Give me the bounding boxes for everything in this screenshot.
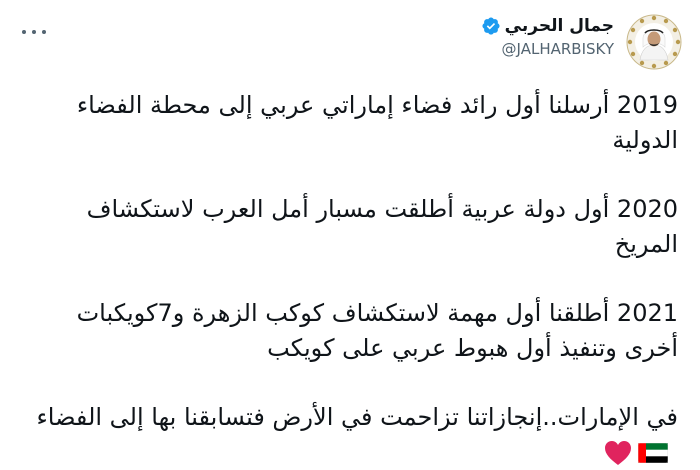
author-handle[interactable]: @JALHARBISKY (481, 40, 614, 58)
tweet-paragraph-text: في الإمارات..إنجازاتنا تزاحمت في الأرض ف… (36, 403, 678, 431)
author-block[interactable]: جمال الحربي @JALHARBISKY (481, 16, 614, 58)
tweet-text: 2019 أرسلنا أول رائد فضاء إماراتي عربي إ… (30, 88, 678, 470)
tweet-paragraph: 2021 أطلقنا أول مهمة لاستكشاف كوكب الزهر… (76, 299, 678, 362)
avatar[interactable] (626, 14, 682, 70)
more-options-icon[interactable] (22, 22, 46, 42)
tweet-paragraph: 2019 أرسلنا أول رائد فضاء إماراتي عربي إ… (76, 91, 678, 154)
tweet-card: جمال الحربي @JALHARBISKY 2019 أرسلنا أول… (0, 0, 700, 465)
verified-badge-icon (482, 17, 500, 35)
tweet-paragraph-last: في الإمارات..إنجازاتنا تزاحمت في الأرض ف… (30, 400, 678, 470)
red-heart-icon (605, 441, 631, 465)
flag-uae-icon (638, 443, 668, 463)
author-display-name[interactable]: جمال الحربي (505, 16, 614, 36)
emoji-group (604, 440, 668, 466)
tweet-paragraph: 2020 أول دولة عربية أطلقت مسبار أمل العر… (86, 195, 678, 258)
